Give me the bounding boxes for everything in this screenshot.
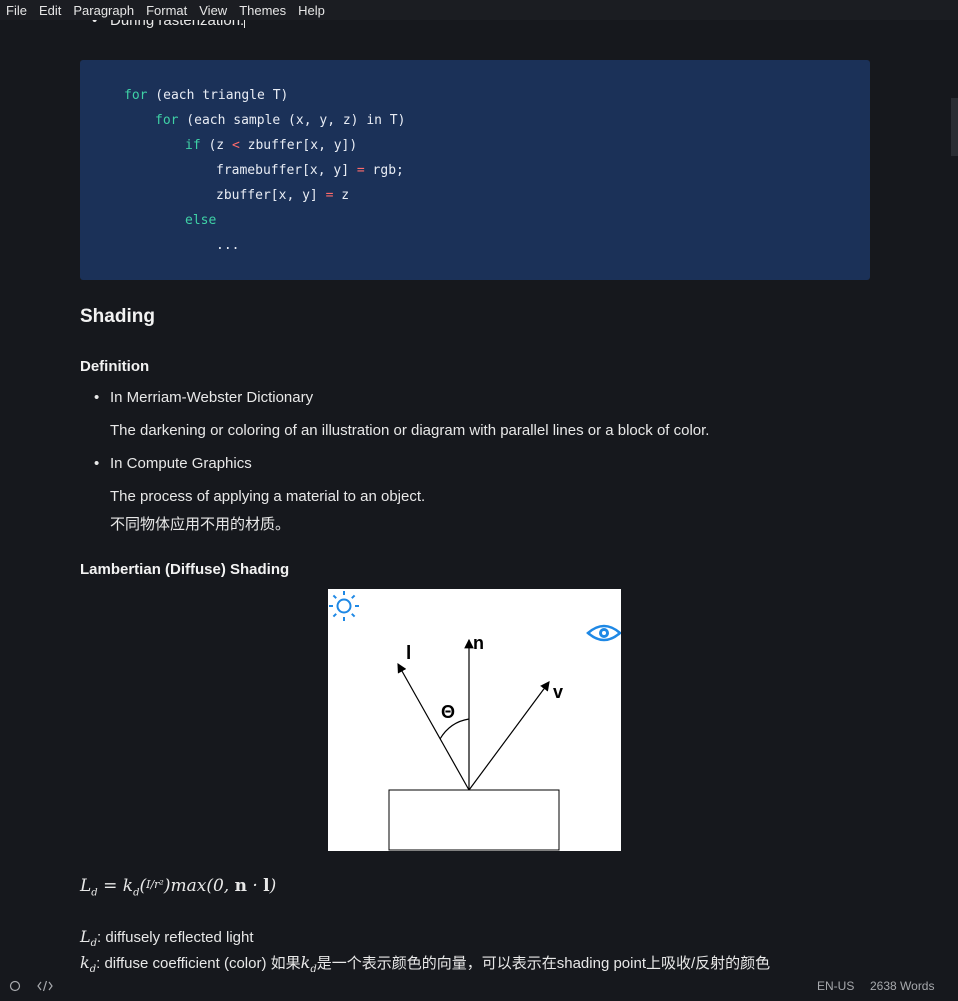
- label-v: v: [553, 682, 563, 702]
- code-text: (each sample (x, y, z) in T): [178, 113, 406, 128]
- paragraph-graphics-definition: The process of applying a material to an…: [110, 488, 426, 505]
- menu-format[interactable]: Format: [140, 3, 193, 18]
- heading-definition: Definition: [80, 358, 150, 375]
- code-keyword: else: [185, 213, 217, 228]
- code-text: rgb;: [364, 163, 404, 178]
- paragraph-merriam-definition: The darkening or coloring of an illustra…: [110, 422, 710, 439]
- paragraph-graphics-chinese: 不同物体应用不用的材质。: [110, 516, 291, 533]
- eye-icon: [586, 624, 622, 642]
- light-vector: [397, 662, 470, 791]
- scrollbar-thumb[interactable]: [951, 98, 958, 156]
- list-item-text: In Compute Graphics: [110, 455, 252, 472]
- label-theta: Θ: [441, 702, 455, 722]
- list-item-text: In Merriam-Webster Dictionary: [110, 389, 314, 406]
- formula-lhs: Ld = kd(I/r²)max(0, n · l): [80, 876, 277, 899]
- angle-arc: [439, 718, 470, 740]
- code-line: ...: [216, 237, 239, 255]
- code-text: zbuffer[x, y]): [239, 138, 358, 153]
- code-operator: =: [356, 163, 365, 178]
- code-line: framebuffer[x, y] = rgb;: [216, 162, 404, 180]
- ld-text: : diffusely reflected light: [97, 929, 254, 946]
- code-text: ...: [216, 238, 240, 253]
- label-l: l: [406, 643, 411, 664]
- formula-ld-description: Ld: diffusely reflected light: [80, 927, 254, 949]
- code-operator: <: [231, 138, 240, 153]
- code-line: for (each sample (x, y, z) in T): [155, 112, 405, 130]
- heading-lambertian: Lambertian (Diffuse) Shading: [80, 561, 290, 578]
- surface-box: [388, 789, 560, 851]
- sun-icon: [329, 591, 359, 621]
- code-keyword: if: [185, 138, 201, 153]
- menu-themes[interactable]: Themes: [233, 3, 292, 18]
- code-line: for (each triangle T): [124, 87, 288, 105]
- code-line: zbuffer[x, y] = z: [216, 187, 349, 205]
- status-bar: EN-US 2638 Words: [0, 972, 958, 1001]
- menu-edit[interactable]: Edit: [33, 3, 67, 18]
- section-heading-shading: Shading: [80, 306, 155, 327]
- menu-bar: File Edit Paragraph Format View Themes H…: [0, 0, 958, 20]
- code-text: (each triangle T): [147, 88, 289, 103]
- menu-help[interactable]: Help: [292, 3, 331, 18]
- lambert-formula: Ld = kd(I/r²)max(0, n · l): [80, 876, 276, 898]
- list-item-compute-graphics: In Compute Graphics: [94, 455, 252, 472]
- menu-paragraph[interactable]: Paragraph: [67, 3, 140, 18]
- symbol-ld: L: [80, 927, 91, 946]
- source-code-icon[interactable]: [37, 980, 53, 992]
- symbol-kd: k: [80, 953, 90, 972]
- menu-file[interactable]: File: [0, 3, 33, 18]
- kd-text-2: 是一个表示颜色的向量，可以表示在shading point上吸收/反射的颜色: [316, 955, 771, 972]
- code-text: z: [333, 188, 350, 203]
- label-n: n: [473, 633, 484, 653]
- kd-text-1: : diffuse coefficient (color) 如果: [96, 955, 301, 972]
- code-text: (z: [200, 138, 232, 153]
- symbol-kd-inline: k: [300, 953, 311, 972]
- language-indicator[interactable]: EN-US: [817, 979, 854, 993]
- circle-icon[interactable]: [9, 980, 21, 992]
- view-vector: [468, 681, 550, 791]
- code-keyword: for: [124, 88, 148, 103]
- code-block[interactable]: for (each triangle T) for (each sample (…: [80, 60, 870, 280]
- code-text: framebuffer[x, y]: [216, 163, 357, 178]
- menu-view[interactable]: View: [193, 3, 233, 18]
- code-line: if (z < zbuffer[x, y]): [185, 137, 357, 155]
- diagram-svg: l n v Θ: [329, 591, 622, 851]
- code-keyword: for: [155, 113, 179, 128]
- code-text: zbuffer[x, y]: [216, 188, 326, 203]
- word-count[interactable]: 2638 Words: [870, 979, 934, 993]
- code-line: else: [185, 212, 216, 230]
- list-item-merriam: In Merriam-Webster Dictionary: [94, 389, 314, 406]
- lambertian-diagram: l n v Θ: [328, 589, 622, 851]
